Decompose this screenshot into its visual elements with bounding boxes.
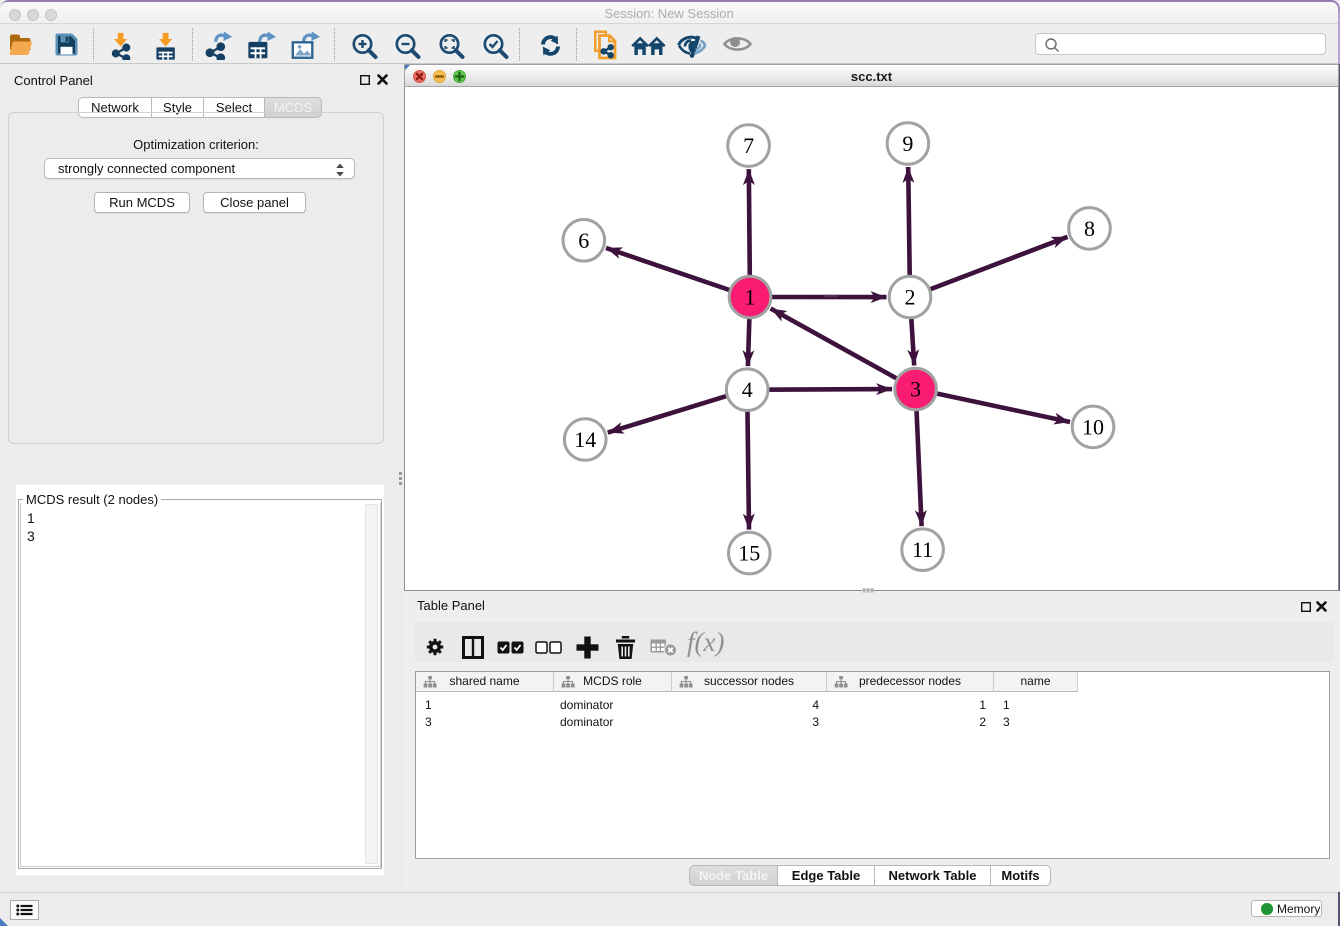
svg-text:4: 4 [742,377,753,402]
svg-text:1: 1 [745,285,756,310]
svg-text:3: 3 [910,377,921,402]
svg-text:15: 15 [738,541,760,566]
svg-text:9: 9 [902,131,913,156]
svg-text:11: 11 [912,537,933,562]
svg-text:6: 6 [578,228,589,253]
svg-text:7: 7 [743,133,754,158]
svg-text:8: 8 [1084,216,1095,241]
svg-text:2: 2 [905,285,916,310]
svg-text:10: 10 [1082,414,1104,439]
svg-text:14: 14 [574,427,596,452]
